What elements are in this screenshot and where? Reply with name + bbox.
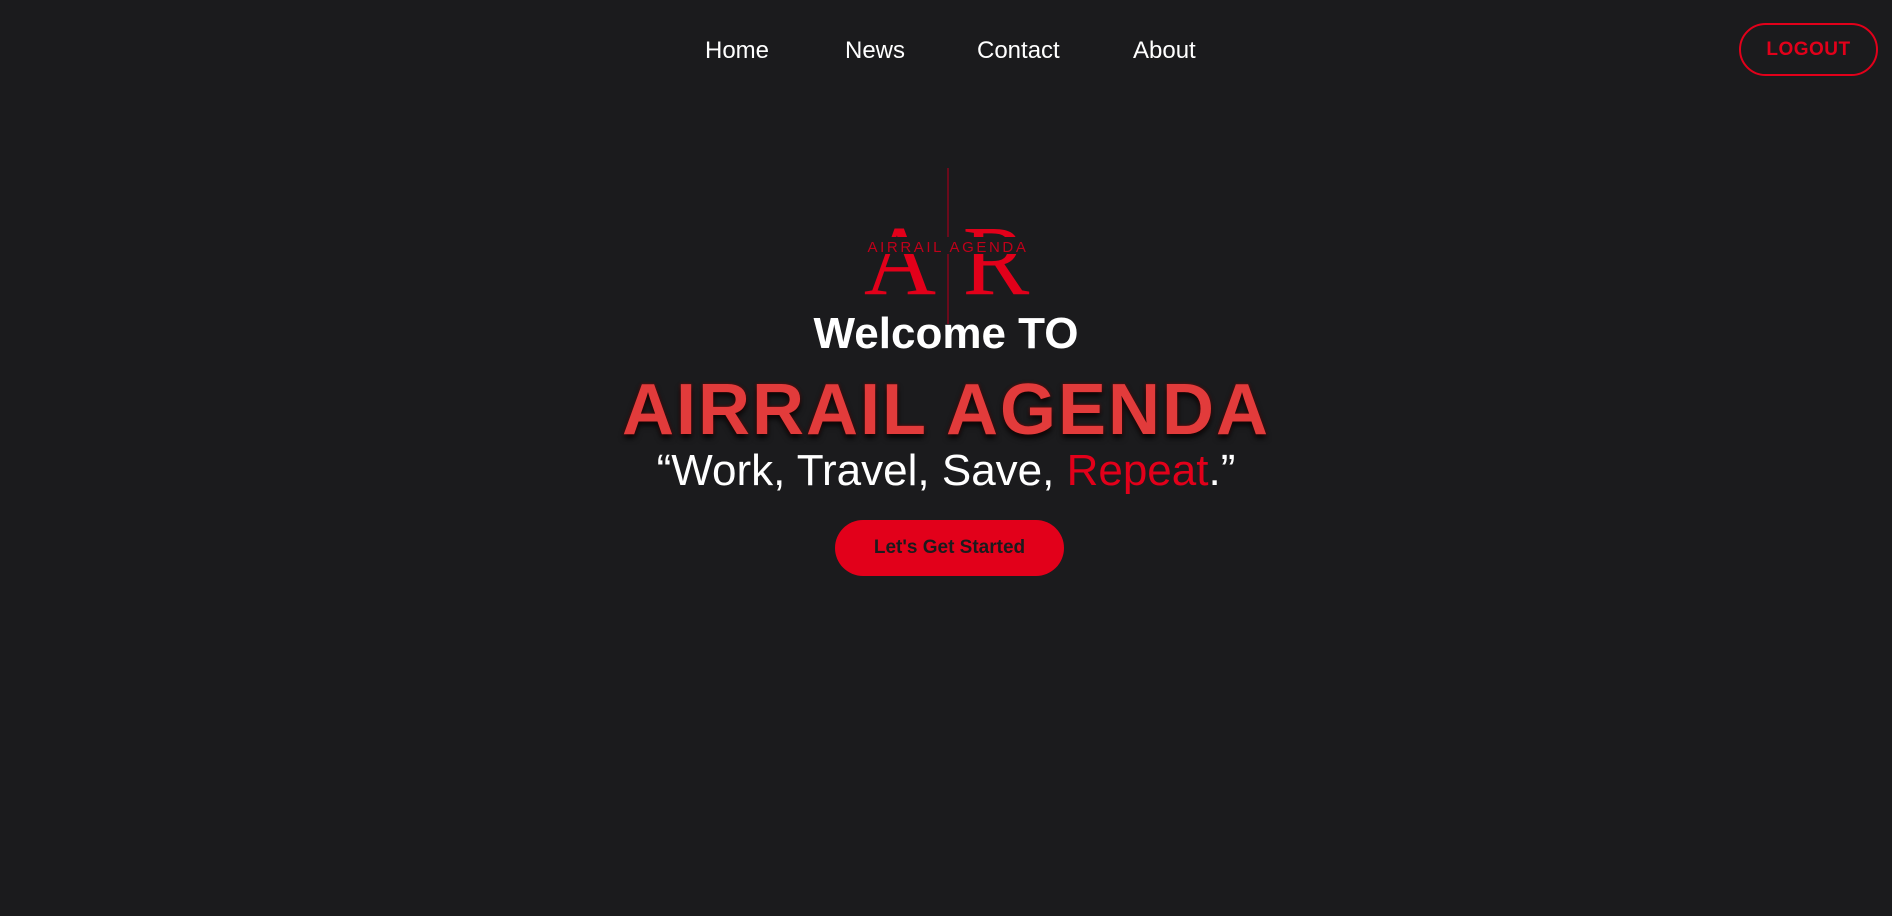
nav-link-about[interactable]: About bbox=[1133, 36, 1223, 66]
nav-links: Home News Contact About bbox=[705, 36, 1223, 66]
ar-monogram-logo: A R AIRRAIL AGENDA bbox=[850, 168, 1046, 324]
tagline-prefix: “Work, Travel, Save, bbox=[656, 446, 1067, 495]
tagline: “Work, Travel, Save, Repeat.” bbox=[0, 444, 1892, 498]
nav-link-contact[interactable]: Contact bbox=[977, 36, 1133, 66]
logout-button[interactable]: LOGOUT bbox=[1739, 23, 1878, 76]
welcome-heading: Welcome TO bbox=[813, 309, 1079, 358]
tagline-suffix: .” bbox=[1208, 446, 1236, 495]
tagline-accent: Repeat bbox=[1066, 446, 1209, 495]
get-started-button[interactable]: Let's Get Started bbox=[835, 520, 1064, 576]
nav-link-home[interactable]: Home bbox=[705, 36, 845, 66]
logo-wordmark: AIRRAIL AGENDA bbox=[868, 239, 1029, 256]
svg-text:R: R bbox=[963, 205, 1030, 316]
nav-link-news[interactable]: News bbox=[845, 36, 977, 66]
svg-text:A: A bbox=[864, 205, 936, 316]
top-navigation: Home News Contact About LOGOUT bbox=[0, 0, 1892, 104]
landing-page: Home News Contact About LOGOUT A R AIRRA… bbox=[0, 0, 1892, 916]
brand-title: AIRRAIL AGENDA bbox=[621, 370, 1270, 450]
